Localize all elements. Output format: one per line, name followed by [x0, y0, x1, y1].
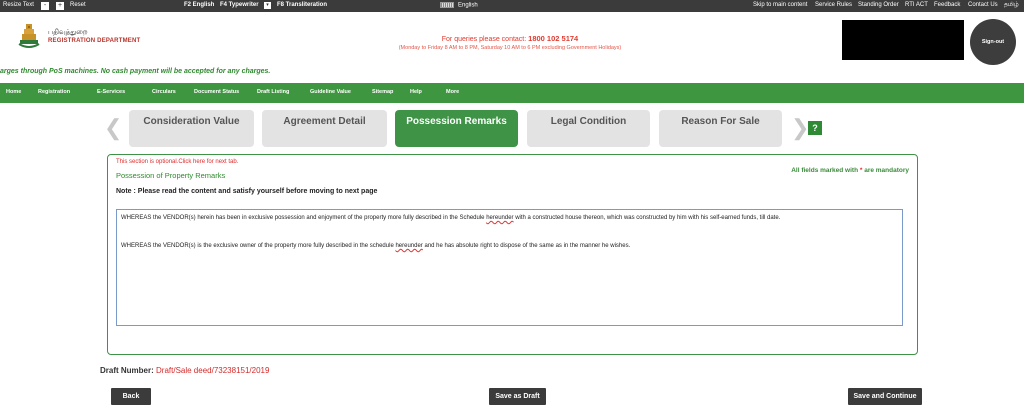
- f2-english-option[interactable]: F2 English: [184, 2, 214, 8]
- reset-text-button[interactable]: Reset: [70, 2, 86, 8]
- service-rules-link[interactable]: Service Rules: [815, 2, 852, 8]
- mandatory-fields-note: All fields marked with * are mandatory: [791, 167, 909, 174]
- tab-reason-for-sale[interactable]: Reason For Sale: [659, 110, 782, 147]
- prev-tab-arrow-icon[interactable]: ❮: [104, 117, 122, 139]
- language-selector[interactable]: English: [440, 2, 478, 9]
- decrease-text-button[interactable]: -: [41, 2, 49, 10]
- standing-order-link[interactable]: Standing Order: [858, 2, 899, 8]
- remarks-textarea[interactable]: WHEREAS the VENDOR(s) herein has been in…: [116, 209, 903, 326]
- state-emblem-icon: [18, 24, 40, 48]
- contact-info: For queries please contact: 1800 102 517…: [360, 34, 660, 51]
- save-as-draft-button[interactable]: Save as Draft: [489, 388, 546, 405]
- sign-out-button[interactable]: Sign-out: [970, 19, 1016, 65]
- feedback-link[interactable]: Feedback: [934, 2, 960, 8]
- contact-hours: (Monday to Friday 8 AM to 8 PM, Saturday…: [398, 45, 622, 51]
- tamil-language-link[interactable]: தமிழ்: [1004, 2, 1019, 9]
- tab-consideration-value[interactable]: Consideration Value: [129, 110, 254, 147]
- nav-draft-listing[interactable]: Draft Listing: [257, 89, 289, 95]
- contact-us-link[interactable]: Contact Us: [968, 2, 998, 8]
- next-tab-arrow-icon[interactable]: ❯: [791, 117, 809, 139]
- nav-help[interactable]: Help: [410, 89, 422, 95]
- redacted-user-info: [842, 20, 964, 60]
- tab-agreement-detail[interactable]: Agreement Detail: [262, 110, 387, 147]
- rti-act-link[interactable]: RTI ACT: [905, 2, 928, 8]
- helpline-number: 1800 102 5174: [528, 34, 579, 43]
- nav-circulars[interactable]: Circulars: [152, 89, 176, 95]
- f4-typewriter-option[interactable]: F4 Typewriter: [220, 2, 259, 8]
- remark-paragraph-2: WHEREAS the VENDOR(s) is the exclusive o…: [121, 243, 631, 249]
- help-icon[interactable]: ?: [808, 121, 822, 135]
- site-header: பதிவுத்துறை REGISTRATION DEPARTMENT For …: [0, 12, 1024, 66]
- nav-registration[interactable]: Registration: [38, 89, 70, 95]
- nav-guideline-value[interactable]: Guideline Value: [310, 89, 351, 95]
- skip-to-main-link[interactable]: Skip to main content: [753, 2, 807, 8]
- typewriter-dropdown-icon[interactable]: ▾: [264, 2, 271, 9]
- increase-text-button[interactable]: +: [56, 2, 64, 10]
- draft-number-value: Draft/Sale deed/73238151/2019: [156, 366, 270, 375]
- tab-possession-remarks[interactable]: Possession Remarks: [395, 110, 518, 147]
- nav-e-services[interactable]: E-Services: [97, 89, 125, 95]
- top-utility-bar: Resize Text - + Reset F2 English F4 Type…: [0, 0, 1024, 12]
- nav-document-status[interactable]: Document Status: [194, 89, 239, 95]
- main-nav: Home Registration E-Services Circulars D…: [0, 83, 1024, 103]
- draft-number: Draft Number: Draft/Sale deed/73238151/2…: [100, 366, 270, 375]
- logo-tamil-text: பதிவுத்துறை: [48, 29, 88, 36]
- resize-text-label: Resize Text: [3, 2, 34, 8]
- tab-legal-condition[interactable]: Legal Condition: [527, 110, 650, 147]
- nav-more[interactable]: More: [446, 89, 459, 95]
- f8-transliteration-option[interactable]: F8 Transliteration: [277, 2, 327, 8]
- nav-sitemap[interactable]: Sitemap: [372, 89, 393, 95]
- possession-remarks-panel: This section is optional.Click here for …: [107, 154, 918, 355]
- flag-icon: [440, 2, 454, 8]
- back-button[interactable]: Back: [111, 388, 151, 405]
- instruction-note: Note : Please read the content and satis…: [116, 188, 378, 195]
- optional-section-link[interactable]: This section is optional.Click here for …: [116, 159, 238, 165]
- logo-english-text: REGISTRATION DEPARTMENT: [48, 38, 141, 44]
- notice-marquee: arges through PoS machines. No cash paym…: [0, 68, 271, 75]
- save-and-continue-button[interactable]: Save and Continue: [848, 388, 922, 405]
- panel-title: Possession of Property Remarks: [116, 171, 226, 180]
- remark-paragraph-1: WHEREAS the VENDOR(s) herein has been in…: [121, 215, 781, 221]
- nav-home[interactable]: Home: [6, 89, 21, 95]
